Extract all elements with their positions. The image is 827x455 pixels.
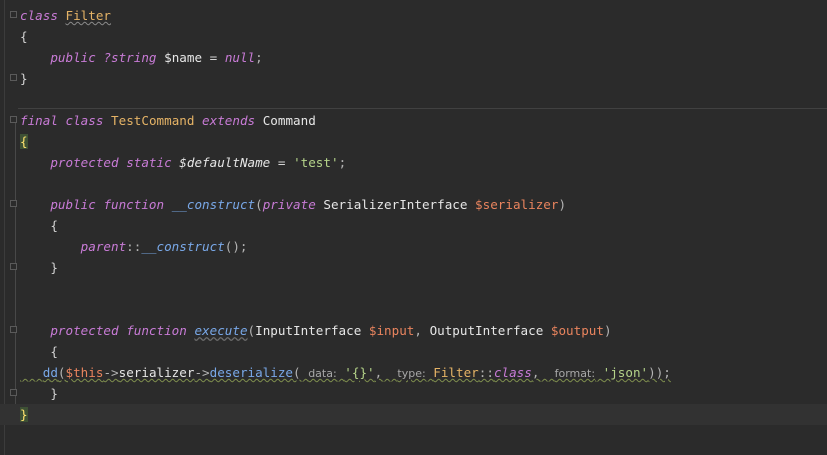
open-brace: { (20, 29, 28, 44)
code-line-15[interactable]: } (20, 383, 58, 404)
keyword-class: class (493, 365, 532, 380)
comma: , (374, 365, 383, 380)
param-hint-data: data: (308, 367, 337, 380)
fold-marker-class-testcommand[interactable] (10, 116, 17, 123)
code-line-4[interactable]: } (20, 68, 28, 89)
method-execute[interactable]: execute (194, 323, 247, 338)
class-name-filter[interactable]: Filter (66, 8, 112, 23)
semicolon: ; (338, 155, 347, 170)
code-line-13[interactable]: { (20, 341, 58, 362)
fold-marker-execute-end[interactable] (10, 389, 17, 396)
code-line-16[interactable]: } (20, 404, 28, 425)
param-hint-format: format: (554, 367, 596, 380)
param-output[interactable]: $output (551, 323, 604, 338)
paren-open: ( (255, 197, 263, 212)
code-line-14[interactable]: dd($this->serializer->deserialize( data:… (20, 362, 671, 383)
scope-resolution: :: (126, 239, 142, 254)
keyword-function: function (103, 197, 165, 212)
code-line-6[interactable]: { (20, 131, 28, 152)
function-dd[interactable]: dd (43, 365, 58, 380)
fold-marker-construct-end[interactable] (10, 263, 17, 270)
fold-marker-execute[interactable] (10, 326, 17, 333)
keyword-class: class (65, 113, 104, 128)
keyword-public: public (50, 50, 96, 65)
code-line-7[interactable]: protected static $defaultName = 'test'; (20, 152, 346, 173)
keyword-public: public (50, 197, 96, 212)
code-editor[interactable]: class Filter { public ?string $name = nu… (0, 0, 827, 455)
param-serializer[interactable]: $serializer (475, 197, 558, 212)
type-nullable-string: ?string (103, 50, 157, 65)
fold-marker-class-filter-end[interactable] (10, 74, 17, 81)
arg-data-string: '{}' (344, 365, 375, 380)
this-variable[interactable]: $this (66, 365, 104, 380)
keyword-final: final (20, 113, 58, 128)
type-outputinterface[interactable]: OutputInterface (430, 323, 544, 338)
keyword-protected: protected (50, 323, 119, 338)
class-name-testcommand[interactable]: TestCommand (111, 113, 194, 128)
class-ref-filter[interactable]: Filter (433, 365, 479, 380)
paren-close: ) (603, 323, 612, 338)
keyword-function: function (126, 323, 187, 338)
code-line-12[interactable]: protected function execute(InputInterfac… (20, 320, 612, 341)
close-brace: } (50, 386, 58, 401)
assign-operator: = (209, 50, 218, 65)
parent-class-command[interactable]: Command (263, 113, 316, 128)
fold-marker-class-filter[interactable] (10, 11, 17, 18)
scope-resolution: :: (478, 365, 494, 380)
code-line-2[interactable]: { (20, 26, 28, 47)
paren-open: ( (293, 365, 301, 380)
keyword-class: class (20, 8, 58, 23)
call-parens: (); (224, 239, 248, 254)
arrow-operator: -> (194, 365, 210, 380)
param-hint-type: type: (397, 367, 426, 380)
gutter-border (4, 0, 5, 455)
method-separator (18, 108, 827, 109)
open-brace: { (50, 344, 58, 359)
code-line-3[interactable]: public ?string $name = null; (20, 47, 263, 68)
code-line-8[interactable]: public function __construct(private Seri… (20, 194, 566, 215)
paren-open: ( (57, 365, 66, 380)
comma: , (531, 365, 540, 380)
code-line-11[interactable]: } (20, 257, 58, 278)
keyword-parent: parent (80, 239, 127, 254)
method-construct[interactable]: __construct (172, 197, 255, 212)
comma: , (414, 323, 422, 338)
method-deserialize[interactable]: deserialize (210, 365, 293, 380)
type-serializerinterface[interactable]: SerializerInterface (323, 197, 467, 212)
property-name[interactable]: $name (164, 50, 202, 65)
type-inputinterface[interactable]: InputInterface (255, 323, 361, 338)
keyword-extends: extends (202, 113, 256, 128)
semicolon: ; (255, 50, 263, 65)
param-input[interactable]: $input (369, 323, 415, 338)
matched-open-brace: { (20, 134, 28, 149)
code-line-5[interactable]: final class TestCommand extends Command (20, 110, 316, 131)
null-literal: null (224, 50, 256, 65)
code-line-1[interactable]: class Filter (20, 5, 111, 26)
fold-marker-construct[interactable] (10, 200, 17, 207)
static-property-defaultname[interactable]: $defaultName (179, 155, 270, 170)
code-line-9[interactable]: { (20, 215, 58, 236)
code-line-10[interactable]: parent::__construct(); (20, 236, 248, 257)
string-test: 'test' (293, 155, 339, 170)
open-brace: { (50, 218, 58, 233)
current-line-highlight (0, 404, 827, 425)
close-brace: } (50, 260, 58, 275)
arrow-operator: -> (103, 365, 119, 380)
call-close: )); (648, 365, 671, 380)
keyword-private: private (262, 197, 316, 212)
matched-close-brace: } (20, 407, 28, 422)
assign-operator: = (277, 155, 286, 170)
close-brace: } (20, 71, 28, 86)
keyword-protected: protected (50, 155, 119, 170)
keyword-static: static (126, 155, 172, 170)
arg-format-string: 'json' (602, 365, 649, 380)
property-serializer[interactable]: serializer (119, 365, 195, 380)
paren-open: ( (247, 323, 256, 338)
paren-close: ) (558, 197, 567, 212)
call-construct[interactable]: __construct (141, 239, 224, 254)
